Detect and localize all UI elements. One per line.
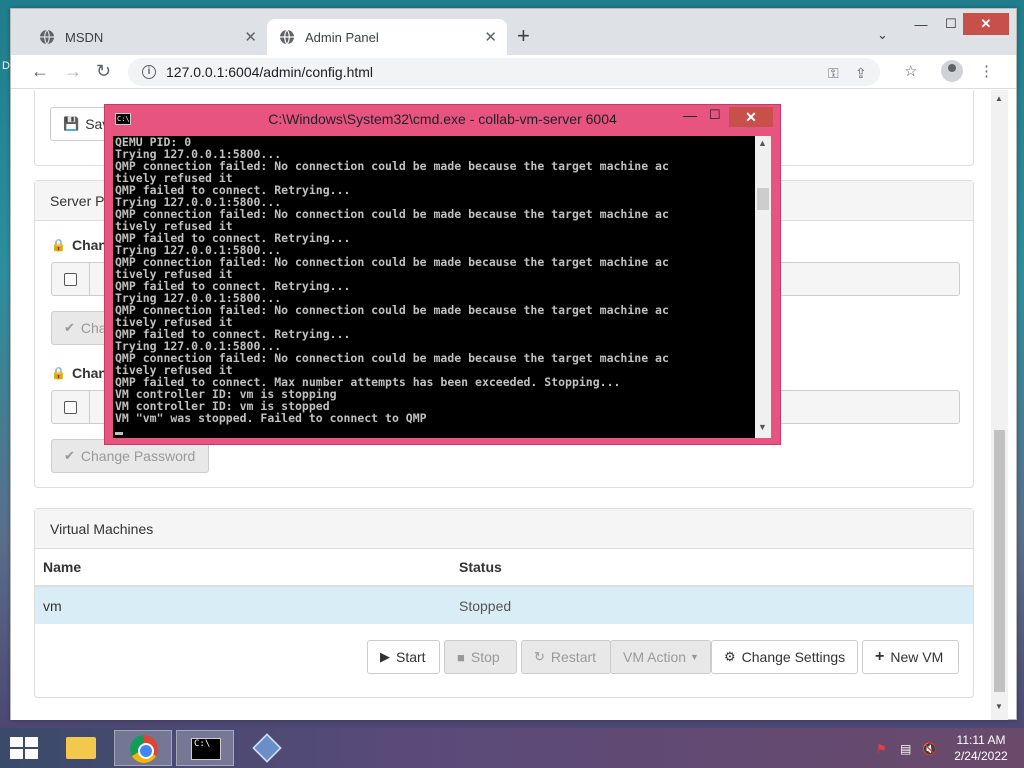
scroll-up-arrow-icon[interactable]: ▲ [758, 138, 767, 148]
check-icon: ✔ [64, 448, 75, 463]
file-explorer-icon [66, 737, 96, 759]
clock-time: 11:11 AM [956, 733, 1006, 747]
globe-icon [40, 29, 54, 45]
console-cursor [115, 432, 123, 435]
menu-icon[interactable]: ⋮ [979, 62, 994, 80]
browser-toolbar: ← → ↻ i 127.0.0.1:6004/admin/config.html… [11, 55, 1016, 89]
network-icon[interactable]: ▤ [900, 742, 911, 756]
close-window-button[interactable]: ✕ [963, 13, 1009, 35]
column-header-status: Status [459, 559, 502, 575]
scroll-up-arrow-icon[interactable]: ▲ [995, 94, 1003, 103]
save-icon: 💾 [63, 116, 80, 131]
close-tab-icon[interactable]: ✕ [484, 28, 497, 46]
restart-icon: ↻ [534, 649, 545, 664]
cmd-close-button[interactable]: ✕ [729, 107, 773, 127]
new-tab-button[interactable]: + [517, 23, 530, 49]
virtual-machines-panel: Virtual Machines Name Status vm Stopped … [34, 508, 974, 698]
table-row[interactable]: vm Stopped [35, 587, 973, 624]
key-icon[interactable]: ⚿ [828, 65, 839, 82]
vm-name-cell: vm [43, 597, 62, 614]
taskbar-file-explorer[interactable] [52, 730, 110, 766]
column-header-name: Name [43, 559, 82, 575]
vm-status-cell: Stopped [459, 597, 512, 614]
change-button-1[interactable]: ✔ Cha [51, 311, 111, 345]
taskbar-virtualbox[interactable] [238, 730, 296, 766]
start-button[interactable]: ▶ Start [367, 640, 440, 674]
back-icon[interactable]: ← [31, 61, 49, 82]
lock-icon: 🔒 [51, 238, 66, 252]
play-icon: ▶ [380, 649, 390, 664]
cmd-scrollbar[interactable]: ▲ ▼ [755, 136, 771, 438]
scroll-down-arrow-icon[interactable]: ▼ [758, 422, 767, 432]
globe-icon [280, 29, 294, 45]
tab-search-icon[interactable]: ⌄ [877, 27, 888, 43]
tab-label: Admin Panel [305, 29, 379, 45]
share-icon[interactable]: ⇪ [855, 65, 867, 82]
taskbar-chrome[interactable] [114, 730, 172, 766]
maximize-button[interactable]: ☐ [937, 13, 965, 35]
reload-icon[interactable]: ↻ [96, 61, 111, 82]
tab-msdn[interactable]: MSDN ✕ [27, 19, 267, 55]
tab-label: MSDN [65, 29, 104, 45]
stop-icon: ■ [457, 649, 465, 665]
new-vm-button[interactable]: + New VM [862, 640, 959, 674]
desktop-edge-text: D [2, 60, 10, 72]
bookmark-star-icon[interactable]: ☆ [904, 62, 917, 80]
caret-down-icon: ▼ [690, 652, 699, 662]
taskbar-cmd[interactable]: C:\ [176, 730, 234, 766]
check-icon: ✔ [64, 320, 75, 335]
scroll-thumb[interactable] [994, 430, 1005, 692]
close-tab-icon[interactable]: ✕ [244, 28, 257, 46]
chrome-icon [130, 735, 158, 763]
stop-button[interactable]: ■ Stop [444, 640, 517, 674]
windows-start-icon[interactable] [10, 737, 38, 759]
console-line: VM "vm" was stopped. Failed to connect t… [115, 411, 427, 425]
page-scrollbar[interactable]: ▲ ▼ [991, 90, 1008, 720]
url-text: 127.0.0.1:6004/admin/config.html [166, 64, 374, 80]
vm-action-dropdown[interactable]: VM Action ▼ [610, 640, 711, 674]
cmd-minimize-button[interactable]: — [683, 107, 697, 123]
virtualbox-icon [252, 733, 282, 763]
forward-icon[interactable]: → [64, 61, 82, 82]
gear-icon: ⚙ [724, 649, 736, 664]
info-icon[interactable]: i [142, 65, 156, 79]
lock-icon: 🔒 [51, 366, 66, 380]
cmd-title-bar[interactable]: C:\Windows\System32\cmd.exe - collab-vm-… [105, 105, 780, 133]
profile-avatar-icon[interactable] [941, 60, 963, 82]
taskbar: C:\ ⚑ ▤ 🔇 11:11 AM 2/24/2022 [0, 728, 1024, 768]
taskbar-clock[interactable]: 11:11 AM 2/24/2022 [946, 732, 1016, 764]
cmd-console[interactable]: QEMU PID: 0 Trying 127.0.0.1:5800... QMP c… [113, 136, 771, 438]
cmd-scroll-thumb[interactable] [757, 188, 769, 210]
tab-strip: MSDN ✕ Admin Panel ✕ + ⌄ — ☐ ✕ [11, 9, 1016, 55]
action-center-flag-icon[interactable]: ⚑ [876, 742, 887, 756]
console-output: QEMU PID: 0 Trying 127.0.0.1:5800... QMP c… [115, 136, 755, 424]
cmd-window: C:\ C:\Windows\System32\cmd.exe - collab… [104, 104, 781, 445]
table-header: Name Status [35, 549, 973, 587]
tab-admin-panel[interactable]: Admin Panel ✕ [267, 19, 507, 55]
minimize-button[interactable]: — [907, 13, 935, 35]
vm-panel-heading: Virtual Machines [35, 509, 973, 549]
volume-muted-icon[interactable]: 🔇 [922, 742, 937, 756]
restart-button[interactable]: ↻ Restart [521, 640, 611, 674]
enable-checkbox-2[interactable] [64, 400, 77, 414]
enable-checkbox-1[interactable] [64, 272, 77, 286]
clock-date: 2/24/2022 [954, 749, 1008, 763]
address-bar[interactable]: i 127.0.0.1:6004/admin/config.html ⚿ ⇪ [128, 58, 880, 86]
cmd-maximize-button[interactable]: ☐ [709, 107, 721, 123]
plus-icon: + [875, 648, 885, 665]
cmd-title: C:\Windows\System32\cmd.exe - collab-vm-… [268, 111, 617, 127]
change-settings-button[interactable]: ⚙ Change Settings [711, 640, 858, 674]
cmd-icon: C:\ [191, 738, 221, 760]
vm-table: Name Status vm Stopped [35, 549, 973, 624]
scroll-down-arrow-icon[interactable]: ▼ [995, 702, 1003, 711]
